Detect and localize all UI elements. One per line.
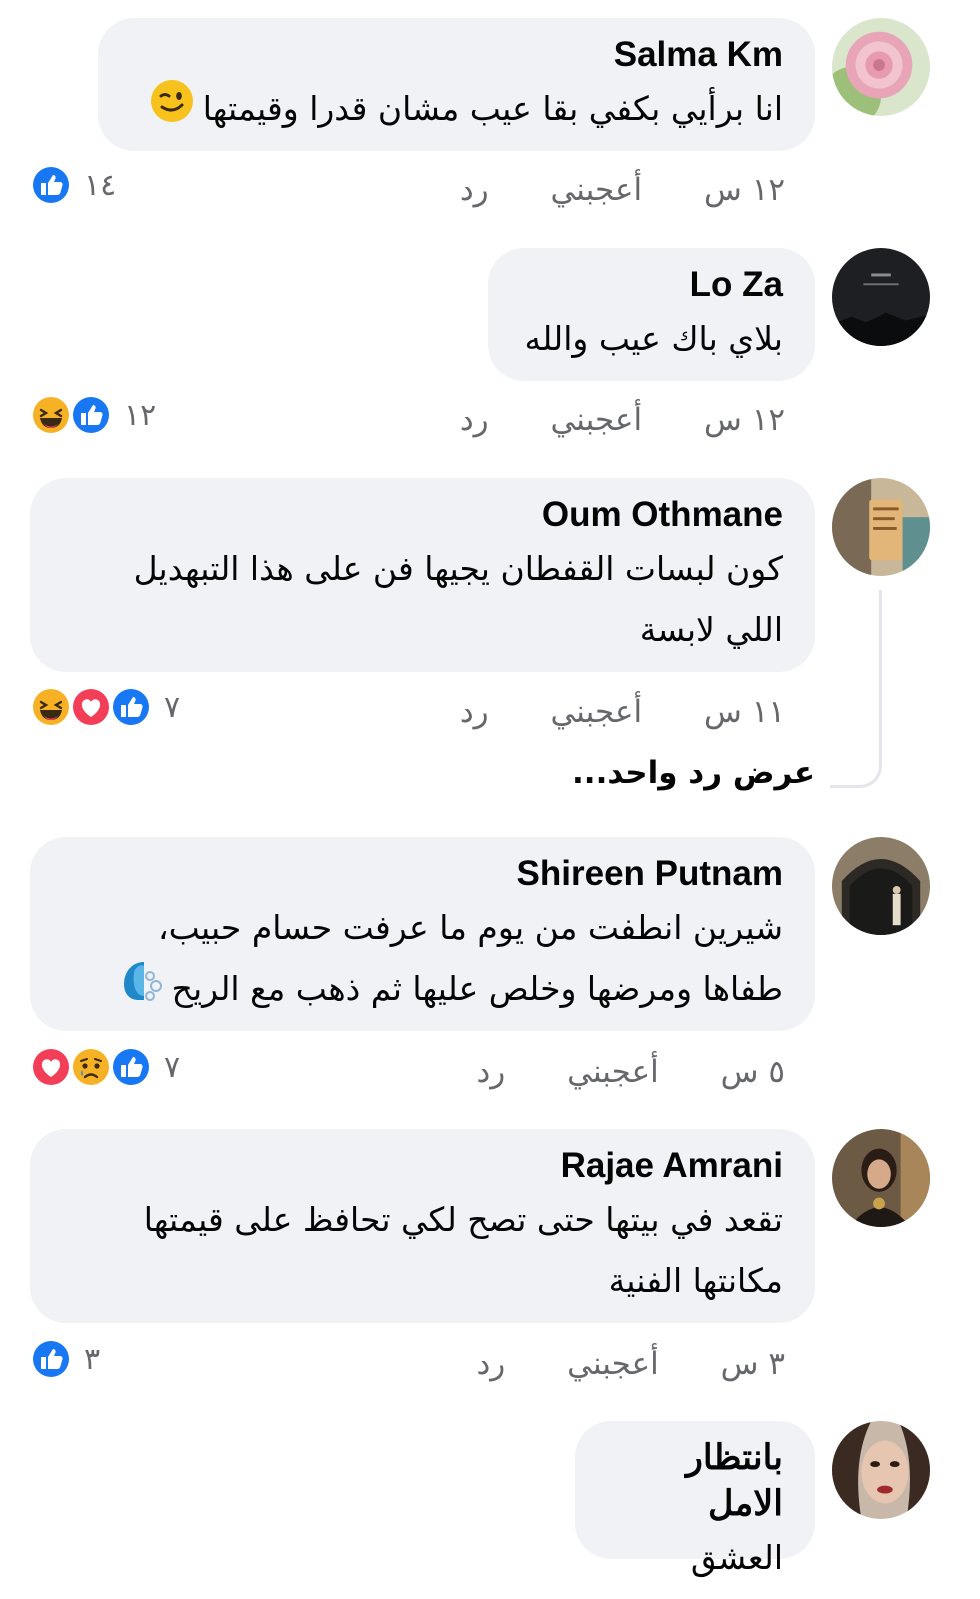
comment-line: مكانتها الفنية xyxy=(608,1261,783,1300)
comment-text: تقعد في بيتها حتى تصح لكي تحافظ على قيمت… xyxy=(62,1189,783,1311)
comment-line: بلاي باك عيب والله xyxy=(524,319,783,358)
comment-actions: ١١ س أعجبني رد xyxy=(408,694,785,730)
comment-line: انا برأيي بكفي بقا عيب مشان قدرا وقيمتها xyxy=(202,89,783,128)
comment-line: طفاها ومرضها وخلص عليها ثم ذهب مع الريح xyxy=(171,969,783,1008)
comments-feed: Salma Km انا برأيي بكفي بقا عيب مشان قدر… xyxy=(0,0,980,1599)
avatar-arch-image xyxy=(832,837,930,935)
comment-bubble[interactable]: Shireen Putnam شيرين انطفت من يوم ما عرف… xyxy=(30,837,815,1031)
comment-line: العشق شيري xyxy=(690,1538,783,1577)
comment-author[interactable]: Lo Za xyxy=(520,262,783,308)
comment-line: كون لبسات القفطان يجيها فن على هذا التبه… xyxy=(133,549,783,588)
comment-author[interactable]: Oum Othmane xyxy=(62,492,783,538)
comment-actions: ١٢ س أعجبني رد xyxy=(408,402,785,438)
view-replies-link[interactable]: عرض رد واحد... xyxy=(572,755,815,791)
like-link[interactable]: أعجبني xyxy=(567,1346,659,1382)
comment-actions: ٥ س أعجبني رد xyxy=(424,1054,785,1090)
like-reaction-icon xyxy=(31,1339,71,1379)
comment-bubble[interactable]: Rajae Amrani تقعد في بيتها حتى تصح لكي ت… xyxy=(30,1129,815,1323)
wind-face-emoji-icon xyxy=(114,958,164,1023)
comment-time: ٥ س xyxy=(720,1054,785,1090)
comment-time: ١٢ س xyxy=(703,172,785,208)
comment-author[interactable]: Rajae Amrani xyxy=(62,1143,783,1189)
like-link[interactable]: أعجبني xyxy=(550,694,642,730)
reaction-count: ١٢ xyxy=(124,397,157,433)
avatar-oum-othmane[interactable] xyxy=(832,478,930,576)
comment-line: تقعد في بيتها حتى تصح لكي تحافظ على قيمت… xyxy=(143,1200,783,1239)
avatar-bintizar-alamal[interactable] xyxy=(832,1421,930,1519)
reaction-count: ٧ xyxy=(164,689,181,725)
reply-link[interactable]: رد xyxy=(460,172,489,208)
reaction-count: ٧ xyxy=(164,1049,181,1085)
like-reaction-icon xyxy=(71,395,111,435)
avatar-sign-image xyxy=(832,478,930,576)
avatar-shireen-putnam[interactable] xyxy=(832,837,930,935)
reaction-count: ١٤ xyxy=(84,167,117,203)
comment-text: بلاي باك عيب والله xyxy=(520,308,783,369)
reaction-summary[interactable]: ٧ xyxy=(30,1046,180,1088)
avatar-flower-image xyxy=(832,18,930,116)
comment-bubble[interactable]: Oum Othmane كون لبسات القفطان يجيها فن ع… xyxy=(30,478,815,672)
comment-time: ١١ س xyxy=(703,694,785,730)
comment-time: ١٢ س xyxy=(703,402,785,438)
like-link[interactable]: أعجبني xyxy=(550,172,642,208)
wink-emoji-icon xyxy=(149,78,195,143)
reaction-summary[interactable]: ٧ xyxy=(30,686,180,728)
comment-actions: ٣ س أعجبني رد xyxy=(424,1346,785,1382)
comment-text: كون لبسات القفطان يجيها فن على هذا التبه… xyxy=(62,538,783,660)
comment-bubble[interactable]: Lo Za بلاي باك عيب والله xyxy=(488,248,815,381)
reply-link[interactable]: رد xyxy=(476,1346,505,1382)
like-reaction-icon xyxy=(111,687,151,727)
like-link[interactable]: أعجبني xyxy=(550,402,642,438)
avatar-salma-km[interactable] xyxy=(832,18,930,116)
comment-bubble[interactable]: Salma Km انا برأيي بكفي بقا عيب مشان قدر… xyxy=(98,18,815,151)
haha-reaction-icon xyxy=(31,395,71,435)
like-reaction-icon xyxy=(111,1047,151,1087)
reply-link[interactable]: رد xyxy=(460,694,489,730)
reaction-summary[interactable]: ١٤ xyxy=(30,164,116,206)
reaction-count: ٣ xyxy=(84,1341,101,1377)
comment-line: شيرين انطفت من يوم ما عرفت حسام حبيب، xyxy=(157,908,783,947)
comment-line: اللي لابسة xyxy=(639,610,783,649)
comment-author[interactable]: Salma Km xyxy=(130,32,783,78)
comment-author[interactable]: Shireen Putnam xyxy=(62,851,783,897)
sad-reaction-icon xyxy=(71,1047,111,1087)
reply-thread-line xyxy=(830,590,882,788)
comment-text: شيرين انطفت من يوم ما عرفت حسام حبيب، طف… xyxy=(62,897,783,1023)
reaction-summary[interactable]: ٣ xyxy=(30,1338,100,1380)
comment-time: ٣ س xyxy=(720,1346,785,1382)
avatar-portrait-image xyxy=(832,1129,930,1227)
comment-text: انا برأيي بكفي بقا عيب مشان قدرا وقيمتها xyxy=(130,78,783,143)
reaction-summary[interactable]: ١٢ xyxy=(30,394,156,436)
like-link[interactable]: أعجبني xyxy=(567,1054,659,1090)
like-reaction-icon xyxy=(31,165,71,205)
comment-bubble[interactable]: بانتظار الامل العشق شيري xyxy=(575,1421,815,1577)
avatar-lo-za[interactable] xyxy=(832,248,930,346)
love-reaction-icon xyxy=(31,1047,71,1087)
reply-link[interactable]: رد xyxy=(460,402,489,438)
haha-reaction-icon xyxy=(31,687,71,727)
avatar-rajae-amrani[interactable] xyxy=(832,1129,930,1227)
avatar-face-image xyxy=(832,1421,930,1519)
comment-actions: ١٢ س أعجبني رد xyxy=(408,172,785,208)
comment-text: العشق شيري xyxy=(607,1527,783,1599)
love-reaction-icon xyxy=(71,687,111,727)
reply-link[interactable]: رد xyxy=(476,1054,505,1090)
avatar-dark-image xyxy=(832,248,930,346)
comment-author[interactable]: بانتظار الامل xyxy=(607,1435,783,1527)
